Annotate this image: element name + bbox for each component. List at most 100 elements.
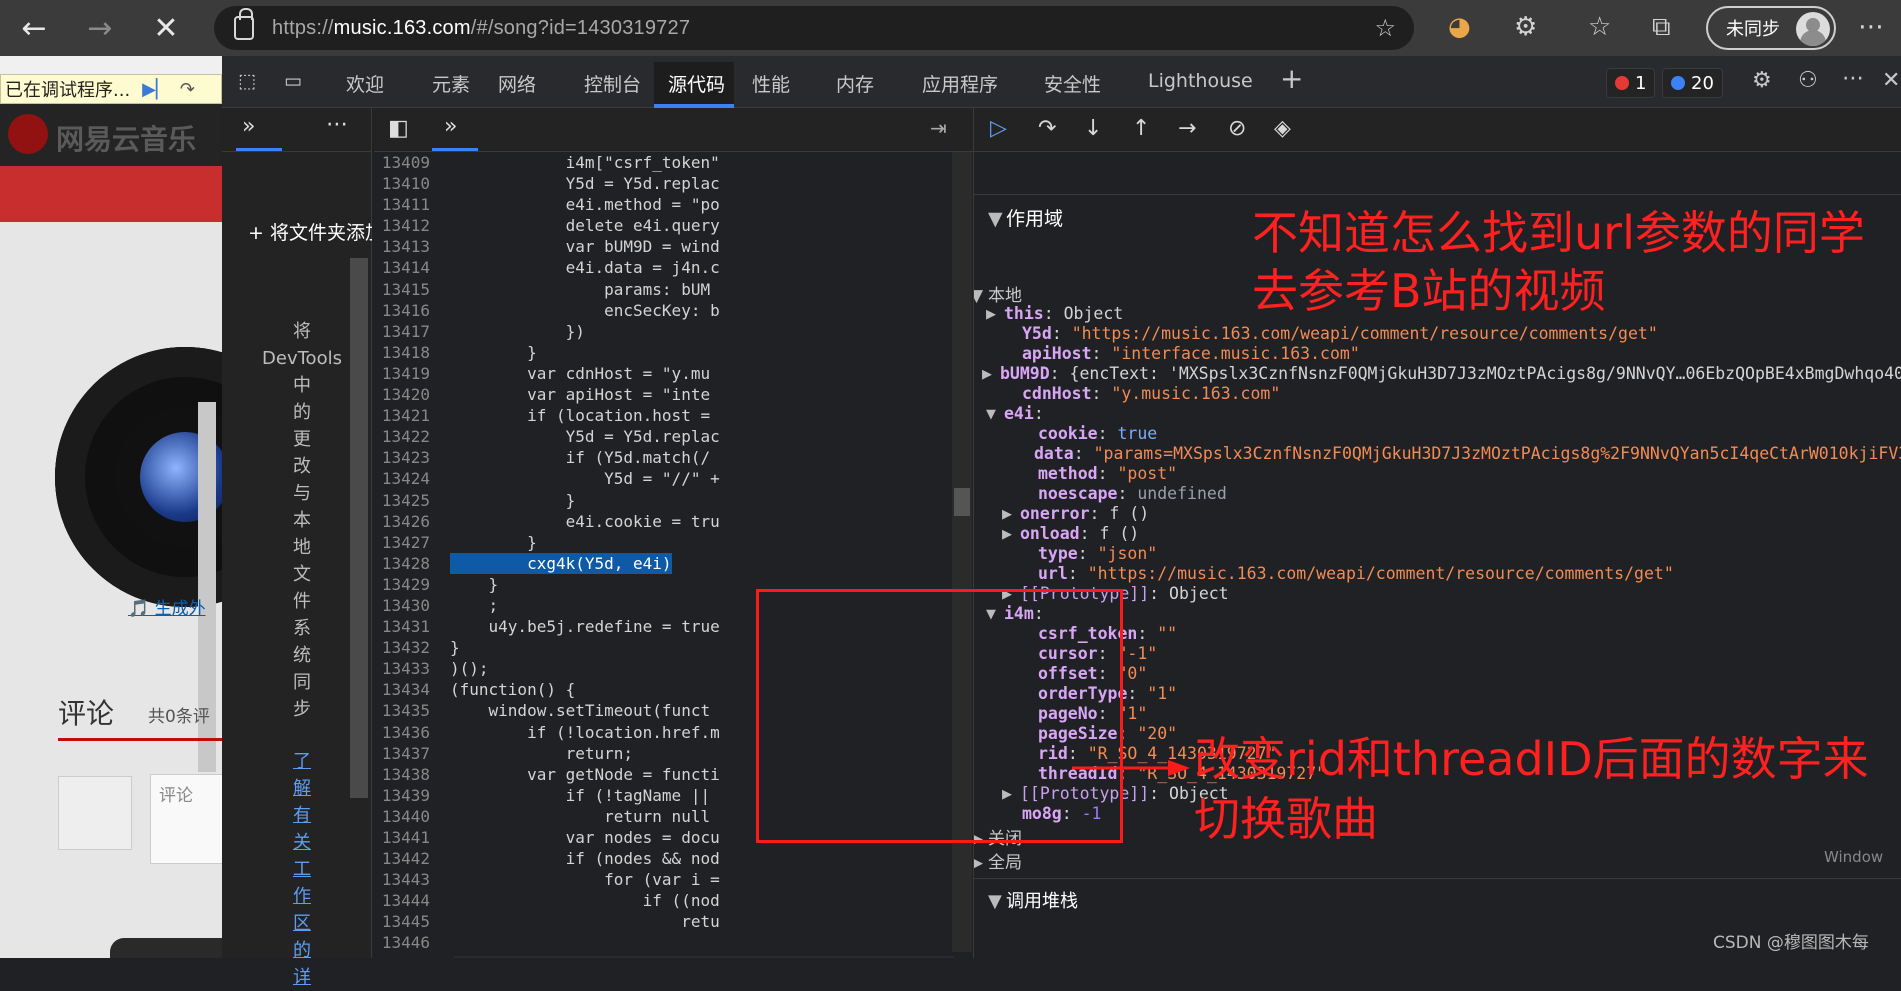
- code-line[interactable]: 13409 i4m["csrf_token": [374, 152, 954, 173]
- code-line-paused[interactable]: 13428 cxg4k(Y5d, e4i): [374, 552, 954, 574]
- more-options-icon[interactable]: ⋯: [1842, 66, 1864, 91]
- line-number[interactable]: 13432: [374, 637, 442, 658]
- comment-input[interactable]: 评论: [150, 774, 222, 864]
- line-number[interactable]: 13436: [374, 722, 442, 743]
- line-number[interactable]: 13426: [374, 511, 442, 532]
- deactivate-breakpoints-icon[interactable]: ⊘: [1228, 116, 1246, 141]
- code-line[interactable]: 13445 retu: [374, 911, 954, 932]
- line-number[interactable]: 13430: [374, 595, 442, 616]
- line-number[interactable]: 13445: [374, 911, 442, 932]
- line-number[interactable]: 13439: [374, 785, 442, 806]
- step-out-icon[interactable]: ↑: [1132, 116, 1150, 141]
- tab-network[interactable]: 网络: [498, 70, 536, 97]
- scope-onerror[interactable]: ▶ onerror: f (): [1002, 504, 1149, 523]
- expand-triangle-icon[interactable]: ▶: [1002, 524, 1020, 543]
- tab-performance[interactable]: 性能: [752, 70, 790, 97]
- tab-elements[interactable]: 元素: [432, 70, 470, 97]
- code-line[interactable]: 13410 Y5d = Y5d.replac: [374, 173, 954, 194]
- more-menu-icon[interactable]: ⋯: [1858, 12, 1884, 42]
- line-number[interactable]: 13411: [374, 194, 442, 215]
- code-line[interactable]: 13421 if (location.host =: [374, 405, 954, 426]
- code-line[interactable]: 13415 params: bUM: [374, 279, 954, 300]
- code-line[interactable]: 13424 Y5d = "//" +: [374, 468, 954, 489]
- tab-memory[interactable]: 内存: [836, 70, 874, 97]
- back-icon[interactable]: ←: [12, 6, 56, 50]
- code-line[interactable]: 13422 Y5d = Y5d.replac: [374, 426, 954, 447]
- line-number[interactable]: 13423: [374, 447, 442, 468]
- line-number[interactable]: 13410: [374, 173, 442, 194]
- favorite-star-icon[interactable]: ☆: [1374, 14, 1396, 42]
- settings-gear-icon[interactable]: ⚙: [1752, 68, 1772, 93]
- line-number[interactable]: 13443: [374, 869, 442, 890]
- line-number[interactable]: 13418: [374, 342, 442, 363]
- line-number[interactable]: 13424: [374, 468, 442, 489]
- tab-sources[interactable]: 源代码: [668, 70, 725, 97]
- close-icon[interactable]: ✕: [144, 6, 188, 50]
- collapse-triangle-icon[interactable]: ▼: [974, 286, 988, 306]
- close-devtools-icon[interactable]: ✕: [1882, 68, 1900, 93]
- editor-scroll-thumb[interactable]: [954, 488, 970, 516]
- line-number[interactable]: 13434: [374, 679, 442, 700]
- collapse-triangle-icon[interactable]: ▼: [986, 404, 1004, 423]
- code-line[interactable]: 13444 if ((nod: [374, 890, 954, 911]
- code-line[interactable]: 13414 e4i.data = j4n.c: [374, 257, 954, 278]
- step-over-icon[interactable]: ↷: [1038, 116, 1056, 141]
- line-number[interactable]: 13428: [374, 553, 442, 574]
- tab-application[interactable]: 应用程序: [922, 70, 998, 97]
- line-number[interactable]: 13409: [374, 152, 442, 173]
- step-over-icon[interactable]: ↷: [180, 79, 195, 100]
- expand-triangle-icon[interactable]: ▶: [982, 364, 1000, 383]
- collections-icon[interactable]: ◕: [1448, 12, 1471, 42]
- tab-icon[interactable]: ⧉: [1652, 12, 1671, 43]
- line-number[interactable]: 13431: [374, 616, 442, 637]
- tab-console[interactable]: 控制台: [584, 70, 641, 97]
- line-number[interactable]: 13421: [374, 405, 442, 426]
- code-line[interactable]: 13416 encSecKey: b: [374, 300, 954, 321]
- code-line[interactable]: 13412 delete e4i.query: [374, 215, 954, 236]
- scope-e4i[interactable]: ▼ e4i:: [986, 404, 1044, 423]
- scope-local[interactable]: ▼ 本地: [974, 281, 1022, 306]
- line-number[interactable]: 13433: [374, 658, 442, 679]
- code-line[interactable]: 13413 var bUM9D = wind: [374, 236, 954, 257]
- tab-lighthouse[interactable]: Lighthouse: [1148, 70, 1253, 92]
- line-number[interactable]: 13440: [374, 806, 442, 827]
- line-number[interactable]: 13444: [374, 890, 442, 911]
- code-line[interactable]: 13423 if (Y5d.match(/: [374, 447, 954, 468]
- add-folder-button[interactable]: + 将文件夹添加: [248, 218, 372, 245]
- more-files-chevron-icon[interactable]: »: [444, 114, 457, 139]
- line-number[interactable]: 13425: [374, 490, 442, 511]
- expand-triangle-icon[interactable]: ▶: [1002, 504, 1020, 523]
- line-number[interactable]: 13412: [374, 215, 442, 236]
- generate-link[interactable]: 🎵 生成外: [128, 594, 206, 619]
- code-line[interactable]: 13411 e4i.method = "po: [374, 194, 954, 215]
- line-number[interactable]: 13437: [374, 743, 442, 764]
- resume-icon[interactable]: ▶▏: [142, 79, 170, 100]
- line-number[interactable]: 13419: [374, 363, 442, 384]
- line-number[interactable]: 13435: [374, 700, 442, 721]
- line-number[interactable]: 13442: [374, 848, 442, 869]
- code-line[interactable]: 13425 }: [374, 490, 954, 511]
- forward-icon[interactable]: →: [78, 6, 122, 50]
- line-number[interactable]: 13415: [374, 279, 442, 300]
- step-into-icon[interactable]: ↓: [1084, 116, 1102, 141]
- code-line[interactable]: 13417 }): [374, 321, 954, 342]
- toggle-navigator-icon[interactable]: ◧: [388, 116, 409, 141]
- add-tab-icon[interactable]: +: [1280, 62, 1303, 95]
- code-line[interactable]: 13426 e4i.cookie = tru: [374, 511, 954, 532]
- step-icon[interactable]: →: [1178, 116, 1196, 141]
- error-badge[interactable]: 1: [1606, 68, 1656, 98]
- line-number[interactable]: 13429: [374, 574, 442, 595]
- toggle-debugger-icon[interactable]: ⇥: [930, 116, 947, 140]
- code-line[interactable]: 13420 var apiHost = "inte: [374, 384, 954, 405]
- line-number[interactable]: 13427: [374, 532, 442, 553]
- scope-this[interactable]: ▶ this: Object: [986, 304, 1123, 323]
- line-number[interactable]: 13446: [374, 932, 442, 953]
- profile-sync-button[interactable]: 未同步: [1706, 6, 1836, 50]
- more-tabs-chevron-icon[interactable]: »: [242, 114, 255, 139]
- navigator-scrollbar[interactable]: [350, 258, 368, 798]
- code-line[interactable]: 13427 }: [374, 532, 954, 553]
- code-line[interactable]: 13418 }: [374, 342, 954, 363]
- favorites-icon[interactable]: ☆: [1588, 12, 1611, 42]
- callstack-section-header[interactable]: ▼ 调用堆栈: [974, 878, 1901, 914]
- scope-global[interactable]: ▶ 全局: [974, 848, 1022, 873]
